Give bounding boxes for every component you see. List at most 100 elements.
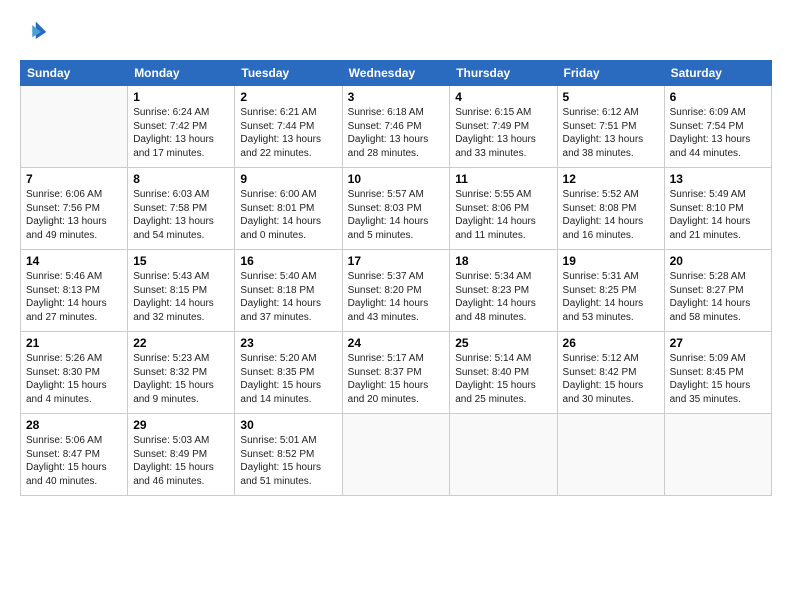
day-number: 15 xyxy=(133,254,229,268)
day-cell: 4Sunrise: 6:15 AM Sunset: 7:49 PM Daylig… xyxy=(450,86,557,168)
day-number: 22 xyxy=(133,336,229,350)
day-cell: 13 Sunrise: 5:49 AM Sunset: 8:10 PM Dayli… xyxy=(664,168,771,250)
day-number: 21 xyxy=(26,336,122,350)
day-cell: 30 Sunrise: 5:01 AM Sunset: 8:52 PM Dayli… xyxy=(235,414,342,496)
day-cell: 8 Sunrise: 6:03 AM Sunset: 7:58 PM Daylig… xyxy=(128,168,235,250)
day-number: 8 xyxy=(133,172,229,186)
calendar: SundayMondayTuesdayWednesdayThursdayFrid… xyxy=(20,60,772,496)
day-cell: 27 Sunrise: 5:09 AM Sunset: 8:45 PM Dayli… xyxy=(664,332,771,414)
day-number: 25 xyxy=(455,336,551,350)
day-cell: 25 Sunrise: 5:14 AM Sunset: 8:40 PM Dayli… xyxy=(450,332,557,414)
day-number: 28 xyxy=(26,418,122,432)
day-cell: 26Sunrise: 5:12 AM Sunset: 8:42 PM Dayli… xyxy=(557,332,664,414)
logo xyxy=(20,18,52,46)
day-cell: 22 Sunrise: 5:23 AM Sunset: 8:32 PM Dayli… xyxy=(128,332,235,414)
day-info: Sunrise: 5:09 AM Sunset: 8:45 PM Dayligh… xyxy=(670,352,766,406)
day-info: Sunrise: 5:12 AM Sunset: 8:42 PM Dayligh… xyxy=(563,352,659,406)
day-cell: 3Sunrise: 6:18 AM Sunset: 7:46 PM Daylig… xyxy=(342,86,450,168)
day-cell xyxy=(342,414,450,496)
day-number: 30 xyxy=(240,418,336,432)
day-cell: 11 Sunrise: 5:55 AM Sunset: 8:06 PM Dayli… xyxy=(450,168,557,250)
day-info: Sunrise: 6:09 AM Sunset: 7:54 PM Dayligh… xyxy=(670,106,766,160)
day-info: Sunrise: 6:18 AM Sunset: 7:46 PM Dayligh… xyxy=(348,106,445,160)
day-cell xyxy=(664,414,771,496)
day-cell: 6 Sunrise: 6:09 AM Sunset: 7:54 PM Daylig… xyxy=(664,86,771,168)
col-header-sunday: Sunday xyxy=(21,61,128,86)
col-header-tuesday: Tuesday xyxy=(235,61,342,86)
week-row-1: 1Sunrise: 6:24 AM Sunset: 7:42 PM Daylig… xyxy=(21,86,772,168)
day-cell: 9 Sunrise: 6:00 AM Sunset: 8:01 PM Daylig… xyxy=(235,168,342,250)
day-info: Sunrise: 5:14 AM Sunset: 8:40 PM Dayligh… xyxy=(455,352,551,406)
col-header-thursday: Thursday xyxy=(450,61,557,86)
day-cell: 7 Sunrise: 6:06 AM Sunset: 7:56 PM Daylig… xyxy=(21,168,128,250)
day-number: 13 xyxy=(670,172,766,186)
day-cell: 24Sunrise: 5:17 AM Sunset: 8:37 PM Dayli… xyxy=(342,332,450,414)
day-info: Sunrise: 5:23 AM Sunset: 8:32 PM Dayligh… xyxy=(133,352,229,406)
col-header-saturday: Saturday xyxy=(664,61,771,86)
day-number: 11 xyxy=(455,172,551,186)
day-info: Sunrise: 6:12 AM Sunset: 7:51 PM Dayligh… xyxy=(563,106,659,160)
day-info: Sunrise: 6:24 AM Sunset: 7:42 PM Dayligh… xyxy=(133,106,229,160)
day-cell xyxy=(21,86,128,168)
day-info: Sunrise: 5:06 AM Sunset: 8:47 PM Dayligh… xyxy=(26,434,122,488)
day-cell: 2 Sunrise: 6:21 AM Sunset: 7:44 PM Daylig… xyxy=(235,86,342,168)
day-cell: 29 Sunrise: 5:03 AM Sunset: 8:49 PM Dayli… xyxy=(128,414,235,496)
logo-icon xyxy=(20,18,48,46)
day-number: 5 xyxy=(563,90,659,104)
day-number: 12 xyxy=(563,172,659,186)
day-info: Sunrise: 5:03 AM Sunset: 8:49 PM Dayligh… xyxy=(133,434,229,488)
day-info: Sunrise: 5:46 AM Sunset: 8:13 PM Dayligh… xyxy=(26,270,122,324)
day-number: 29 xyxy=(133,418,229,432)
day-info: Sunrise: 6:21 AM Sunset: 7:44 PM Dayligh… xyxy=(240,106,336,160)
day-number: 20 xyxy=(670,254,766,268)
calendar-header-row: SundayMondayTuesdayWednesdayThursdayFrid… xyxy=(21,61,772,86)
day-number: 17 xyxy=(348,254,445,268)
week-row-3: 14 Sunrise: 5:46 AM Sunset: 8:13 PM Dayli… xyxy=(21,250,772,332)
day-number: 24 xyxy=(348,336,445,350)
day-number: 7 xyxy=(26,172,122,186)
day-number: 14 xyxy=(26,254,122,268)
day-cell: 21 Sunrise: 5:26 AM Sunset: 8:30 PM Dayli… xyxy=(21,332,128,414)
day-info: Sunrise: 5:37 AM Sunset: 8:20 PM Dayligh… xyxy=(348,270,445,324)
day-info: Sunrise: 6:06 AM Sunset: 7:56 PM Dayligh… xyxy=(26,188,122,242)
week-row-4: 21 Sunrise: 5:26 AM Sunset: 8:30 PM Dayli… xyxy=(21,332,772,414)
day-cell: 10 Sunrise: 5:57 AM Sunset: 8:03 PM Dayli… xyxy=(342,168,450,250)
day-info: Sunrise: 6:03 AM Sunset: 7:58 PM Dayligh… xyxy=(133,188,229,242)
day-info: Sunrise: 5:28 AM Sunset: 8:27 PM Dayligh… xyxy=(670,270,766,324)
day-info: Sunrise: 6:00 AM Sunset: 8:01 PM Dayligh… xyxy=(240,188,336,242)
day-info: Sunrise: 5:34 AM Sunset: 8:23 PM Dayligh… xyxy=(455,270,551,324)
col-header-monday: Monday xyxy=(128,61,235,86)
day-info: Sunrise: 5:57 AM Sunset: 8:03 PM Dayligh… xyxy=(348,188,445,242)
day-number: 18 xyxy=(455,254,551,268)
col-header-friday: Friday xyxy=(557,61,664,86)
day-info: Sunrise: 5:40 AM Sunset: 8:18 PM Dayligh… xyxy=(240,270,336,324)
day-info: Sunrise: 5:52 AM Sunset: 8:08 PM Dayligh… xyxy=(563,188,659,242)
day-cell: 18 Sunrise: 5:34 AM Sunset: 8:23 PM Dayli… xyxy=(450,250,557,332)
day-info: Sunrise: 5:31 AM Sunset: 8:25 PM Dayligh… xyxy=(563,270,659,324)
day-number: 16 xyxy=(240,254,336,268)
week-row-2: 7 Sunrise: 6:06 AM Sunset: 7:56 PM Daylig… xyxy=(21,168,772,250)
day-number: 19 xyxy=(563,254,659,268)
day-cell: 1Sunrise: 6:24 AM Sunset: 7:42 PM Daylig… xyxy=(128,86,235,168)
day-number: 6 xyxy=(670,90,766,104)
day-info: Sunrise: 5:49 AM Sunset: 8:10 PM Dayligh… xyxy=(670,188,766,242)
day-number: 10 xyxy=(348,172,445,186)
day-number: 9 xyxy=(240,172,336,186)
day-cell xyxy=(450,414,557,496)
day-cell: 20 Sunrise: 5:28 AM Sunset: 8:27 PM Dayli… xyxy=(664,250,771,332)
day-cell: 16 Sunrise: 5:40 AM Sunset: 8:18 PM Dayli… xyxy=(235,250,342,332)
day-cell: 19 Sunrise: 5:31 AM Sunset: 8:25 PM Dayli… xyxy=(557,250,664,332)
day-info: Sunrise: 5:55 AM Sunset: 8:06 PM Dayligh… xyxy=(455,188,551,242)
day-info: Sunrise: 5:20 AM Sunset: 8:35 PM Dayligh… xyxy=(240,352,336,406)
header xyxy=(20,18,772,46)
day-cell xyxy=(557,414,664,496)
day-cell: 5 Sunrise: 6:12 AM Sunset: 7:51 PM Daylig… xyxy=(557,86,664,168)
page: SundayMondayTuesdayWednesdayThursdayFrid… xyxy=(0,0,792,506)
day-info: Sunrise: 5:01 AM Sunset: 8:52 PM Dayligh… xyxy=(240,434,336,488)
day-info: Sunrise: 5:43 AM Sunset: 8:15 PM Dayligh… xyxy=(133,270,229,324)
day-info: Sunrise: 5:26 AM Sunset: 8:30 PM Dayligh… xyxy=(26,352,122,406)
week-row-5: 28 Sunrise: 5:06 AM Sunset: 8:47 PM Dayli… xyxy=(21,414,772,496)
day-cell: 15 Sunrise: 5:43 AM Sunset: 8:15 PM Dayli… xyxy=(128,250,235,332)
day-number: 27 xyxy=(670,336,766,350)
day-number: 2 xyxy=(240,90,336,104)
